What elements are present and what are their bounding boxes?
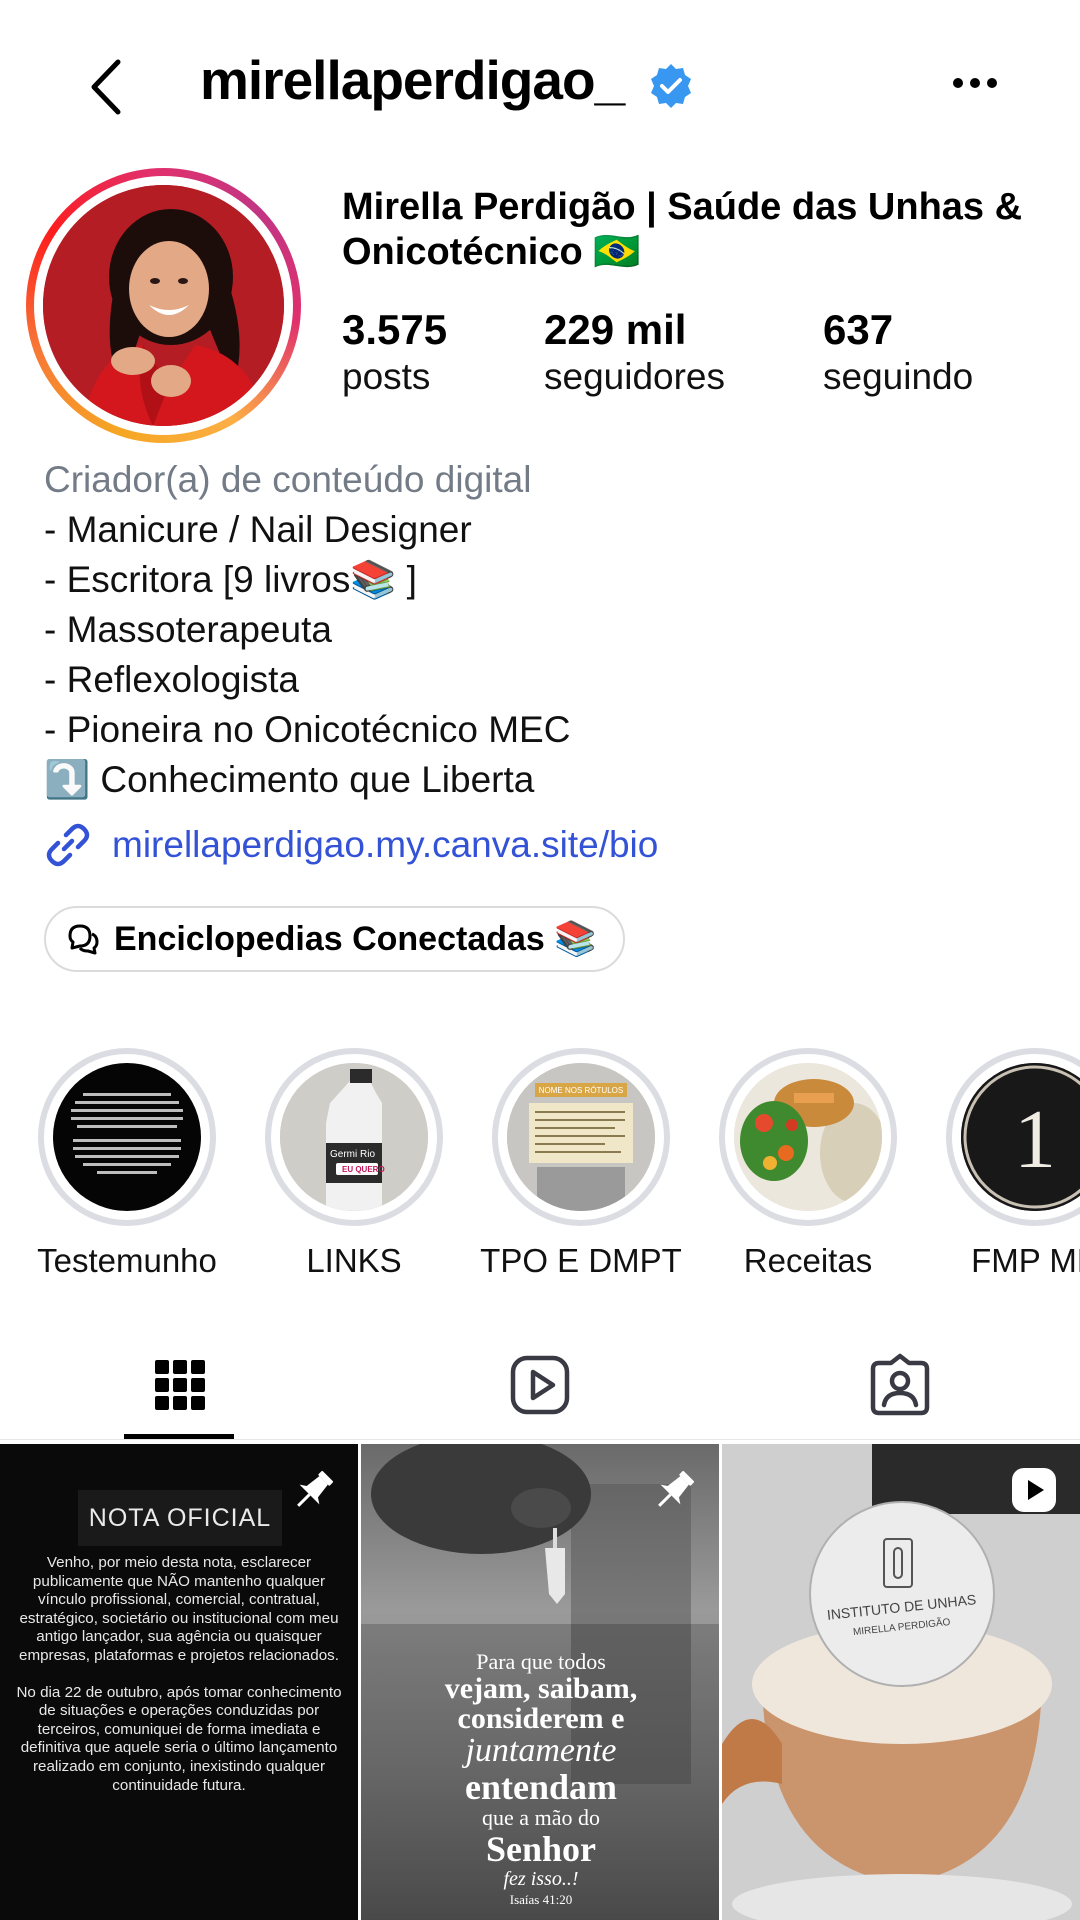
svg-text:Germi Rio: Germi Rio: [330, 1149, 375, 1160]
highlight-label: FMP ME: [971, 1242, 1080, 1278]
post-photo: INSTITUTO DE UNHAS MIRELLA PERDIGÃO: [722, 1444, 1080, 1920]
post-tile[interactable]: Para que todos vejam, saibam, considerem…: [361, 1444, 719, 1920]
tagged-user-icon: [870, 1353, 930, 1416]
active-tab-indicator: [124, 1434, 234, 1439]
bio-line: - Manicure / Nail Designer: [44, 509, 472, 550]
story-highlights: Testemunho Germi Rio EU QUERO LINKS NOME…: [0, 1048, 1080, 1278]
bio-line: ⤵️ Conhecimento que Liberta: [44, 759, 535, 800]
post-quote: Para que todos vejam, saibam, considerem…: [444, 1649, 638, 1908]
stat-followers-value: 229 mil: [544, 306, 687, 353]
pin-icon: [297, 1470, 334, 1507]
svg-text:NOME NOS RÓTULOS: NOME NOS RÓTULOS: [539, 1086, 623, 1095]
stat-followers-label: seguidores: [544, 356, 726, 397]
verified-badge-icon: [651, 64, 691, 108]
stat-posts[interactable]: 3.575 posts: [342, 306, 447, 400]
highlight-receitas[interactable]: Receitas: [695, 1048, 921, 1278]
broadcast-channel-label: Enciclopedias Conectadas 📚: [114, 920, 597, 958]
bio-line: - Escritora [9 livros📚 ]: [44, 559, 417, 600]
profile-category: Criador(a) de conteúdo digital: [44, 459, 532, 500]
stat-following[interactable]: 637 seguindo: [823, 306, 973, 400]
back-button[interactable]: [80, 52, 130, 122]
stat-posts-value: 3.575: [342, 306, 448, 353]
post-text: Venho, por meio desta nota, esclarecer p…: [16, 1554, 342, 1794]
profile-username: mirellaperdigao_: [200, 49, 625, 111]
stat-following-label: seguindo: [823, 356, 974, 397]
highlight-label: TPO E DMPT: [480, 1242, 682, 1278]
profile-header: mirellaperdigao_: [0, 0, 1080, 170]
avatar: [43, 185, 284, 426]
post-tile[interactable]: NOTA OFICIAL Venho, por meio desta nota,…: [0, 1444, 358, 1920]
more-options-button[interactable]: [950, 60, 1000, 106]
highlight-cover: Germi Rio EU QUERO: [280, 1063, 428, 1211]
highlight-tpo-e-dmpt[interactable]: NOME NOS RÓTULOS TPO E DMPT: [468, 1048, 694, 1278]
bio-line: - Reflexologista: [44, 659, 300, 700]
tab-tagged[interactable]: [720, 1330, 1080, 1440]
profile-stats: 3.575 posts 229 mil seguidores 637 segui…: [342, 306, 1062, 416]
highlight-testemunho[interactable]: Testemunho: [14, 1048, 240, 1278]
stat-posts-label: posts: [342, 356, 431, 397]
profile-tabs: [0, 1330, 1080, 1440]
broadcast-channel-icon: [68, 924, 99, 955]
stat-following-value: 637: [823, 306, 894, 353]
highlight-fmp-me[interactable]: 1 FMP ME: [922, 1048, 1080, 1278]
profile-bio: Criador(a) de conteúdo digital - Manicur…: [44, 455, 1044, 805]
highlight-cover: [53, 1063, 201, 1211]
pin-icon: [658, 1470, 695, 1507]
highlight-label: Receitas: [743, 1242, 873, 1278]
highlight-label: Testemunho: [37, 1242, 217, 1278]
grid-icon: [155, 1360, 205, 1410]
profile-display-name: Mirella Perdigão | Saúde das Unhas & Oni…: [342, 186, 1023, 273]
tab-reels[interactable]: [360, 1330, 720, 1440]
svg-text:EU QUERO: EU QUERO: [342, 1165, 385, 1174]
bio-line: - Massoterapeuta: [44, 609, 332, 650]
bio-line: - Pioneira no Onicotécnico MEC: [44, 709, 571, 750]
reels-icon: [510, 1355, 570, 1415]
highlight-cover: [734, 1063, 882, 1211]
highlight-cover: NOME NOS RÓTULOS: [507, 1063, 655, 1211]
chevron-left-icon: [91, 59, 121, 115]
avatar-portrait: [43, 185, 284, 426]
tab-posts-grid[interactable]: [0, 1330, 360, 1440]
post-tile[interactable]: INSTITUTO DE UNHAS MIRELLA PERDIGÃO: [722, 1444, 1080, 1920]
broadcast-channel-button[interactable]: Enciclopedias Conectadas 📚: [44, 906, 625, 972]
highlight-cover: 1: [961, 1063, 1080, 1211]
bio-link-text: mirellaperdigao.my.canva.site/bio: [112, 824, 659, 865]
post-title: NOTA OFICIAL: [78, 1490, 282, 1546]
posts-grid: NOTA OFICIAL Venho, por meio desta nota,…: [0, 1444, 1080, 1920]
reel-play-icon: [1012, 1468, 1056, 1512]
highlight-links[interactable]: Germi Rio EU QUERO LINKS: [241, 1048, 467, 1278]
svg-text:1: 1: [1014, 1093, 1056, 1186]
stat-followers[interactable]: 229 mil seguidores: [544, 306, 725, 400]
more-horizontal-icon: [953, 78, 997, 88]
link-icon: [46, 823, 90, 867]
profile-avatar-story-ring[interactable]: [26, 168, 301, 443]
highlight-label: LINKS: [306, 1242, 402, 1278]
bio-link[interactable]: mirellaperdigao.my.canva.site/bio: [44, 820, 658, 870]
